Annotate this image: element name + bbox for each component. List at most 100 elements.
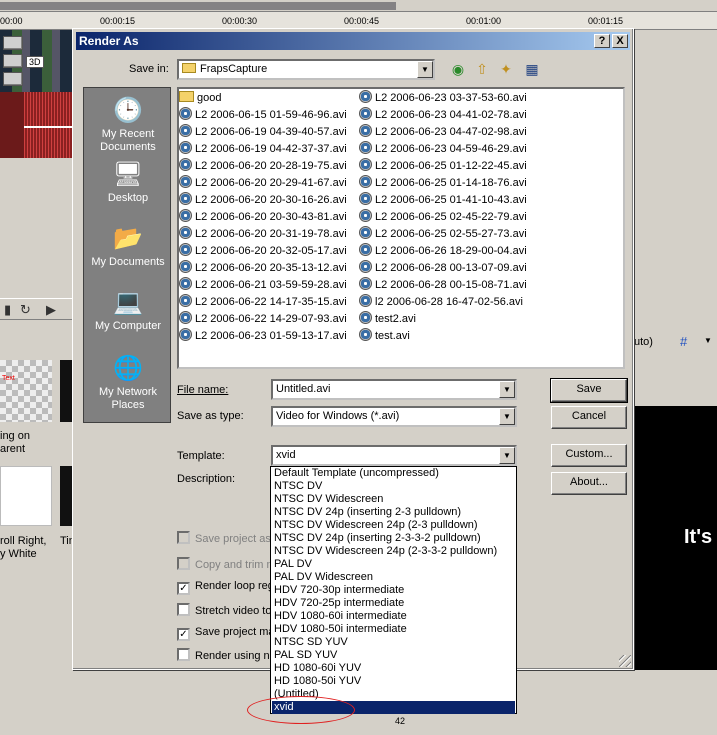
template-options-list[interactable]: Default Template (uncompressed) NTSC DV NT… <box>270 466 517 714</box>
template-option[interactable]: HD 1080-50i YUV <box>272 675 515 688</box>
file-item[interactable]: L2 2006-06-25 01-41-10-43.avi <box>359 192 527 208</box>
save-button[interactable]: Save <box>550 378 628 403</box>
place-my-computer[interactable]: 💻 My Computer <box>84 288 172 333</box>
file-item[interactable]: L2 2006-06-28 00-15-08-71.avi <box>359 277 527 293</box>
crop-icon[interactable] <box>3 54 23 68</box>
chevron-down-icon[interactable]: ▼ <box>499 447 515 464</box>
move-icon[interactable] <box>3 72 23 86</box>
file-item[interactable]: test.avi <box>359 328 410 344</box>
place-recent-documents[interactable]: 🕒 My Recent Documents <box>84 96 172 154</box>
back-icon[interactable]: ◉ <box>447 59 469 79</box>
grid-icon[interactable]: # <box>680 334 687 349</box>
template-dropdown[interactable]: xvid ▼ <box>271 445 517 466</box>
checkbox-box[interactable] <box>177 531 190 544</box>
help-button[interactable]: ? <box>594 34 610 48</box>
file-item[interactable]: L2 2006-06-20 20-30-43-81.avi <box>179 209 347 225</box>
checkmark-icon[interactable]: ✓ <box>177 628 190 641</box>
template-option[interactable]: NTSC DV <box>272 480 515 493</box>
file-item[interactable]: l2 2006-06-28 16-47-02-56.avi <box>359 294 523 310</box>
template-option[interactable]: HDV 1080-50i intermediate <box>272 623 515 636</box>
checkbox-box[interactable] <box>177 648 190 661</box>
video-track[interactable]: 3D <box>0 30 78 92</box>
template-option[interactable]: PAL SD YUV <box>272 649 515 662</box>
save-project-checkbox[interactable]: Save project as <box>177 531 271 545</box>
folder-item[interactable]: good <box>179 90 221 106</box>
file-name-input[interactable]: Untitled.avi ▼ <box>271 379 517 400</box>
file-item[interactable]: L2 2006-06-25 02-55-27-73.avi <box>359 226 527 242</box>
file-item[interactable]: L2 2006-06-25 01-12-22-45.avi <box>359 158 527 174</box>
render-using-checkbox[interactable]: Render using ne <box>177 648 276 662</box>
template-option[interactable]: HDV 720-25p intermediate <box>272 597 515 610</box>
scrollbar-thumb[interactable] <box>0 2 396 10</box>
file-item[interactable]: test2.avi <box>359 311 416 327</box>
dialog-titlebar[interactable]: Render As ? X <box>76 32 630 50</box>
chevron-down-icon[interactable]: ▼ <box>499 381 515 398</box>
chevron-down-icon[interactable]: ▼ <box>499 408 515 425</box>
custom-button[interactable]: Custom... <box>551 444 627 467</box>
file-item[interactable]: L2 2006-06-23 01-59-13-17.avi <box>179 328 347 344</box>
checkbox-box[interactable] <box>177 603 190 616</box>
resize-grip-icon[interactable] <box>619 655 631 667</box>
up-folder-icon[interactable]: ⇧ <box>471 59 493 79</box>
template-option[interactable]: Default Template (uncompressed) <box>272 467 515 480</box>
play-icon[interactable]: ▶ <box>46 302 56 318</box>
template-option[interactable]: NTSC DV Widescreen 24p (2-3 pulldown) <box>272 519 515 532</box>
chevron-down-icon[interactable]: ▼ <box>417 61 433 78</box>
template-option[interactable]: NTSC DV 24p (inserting 2-3-3-2 pulldown) <box>272 532 515 545</box>
audio-track[interactable] <box>0 92 78 158</box>
chevron-down-icon[interactable]: ▼ <box>704 336 712 345</box>
file-list[interactable]: good L2 2006-06-15 01-59-46-96.avi L2 2006… <box>177 87 625 369</box>
file-item[interactable]: L2 2006-06-19 04-42-37-37.avi <box>179 141 347 157</box>
checkmark-icon[interactable]: ✓ <box>177 582 190 595</box>
stop-icon[interactable]: ▮ <box>4 302 11 318</box>
copy-trim-checkbox[interactable]: Copy and trim m <box>177 557 276 571</box>
file-item[interactable]: L2 2006-06-19 04-39-40-57.avi <box>179 124 347 140</box>
file-item[interactable]: L2 2006-06-28 00-13-07-09.avi <box>359 260 527 276</box>
template-option[interactable]: NTSC DV Widescreen 24p (2-3-3-2 pulldown… <box>272 545 515 558</box>
track-fx-icon[interactable] <box>3 36 23 50</box>
close-button[interactable]: X <box>612 34 628 48</box>
media-thumbnail-white[interactable] <box>0 466 52 526</box>
file-item[interactable]: L2 2006-06-23 04-41-02-78.avi <box>359 107 527 123</box>
file-item[interactable]: L2 2006-06-20 20-35-13-12.avi <box>179 260 347 276</box>
template-option[interactable]: NTSC DV 24p (inserting 2-3 pulldown) <box>272 506 515 519</box>
save-markers-checkbox[interactable]: ✓ Save project ma <box>177 626 274 641</box>
place-my-documents[interactable]: 📂 My Documents <box>84 224 172 269</box>
file-item[interactable]: L2 2006-06-23 03-37-53-60.avi <box>359 90 527 106</box>
preview-zoom[interactable]: uto) <box>634 336 653 348</box>
file-item[interactable]: L2 2006-06-21 03-59-59-28.avi <box>179 277 347 293</box>
file-item[interactable]: L2 2006-06-22 14-29-07-93.avi <box>179 311 347 327</box>
file-item[interactable]: L2 2006-06-20 20-32-05-17.avi <box>179 243 347 259</box>
view-menu-icon[interactable]: ▦ <box>521 59 543 79</box>
file-item[interactable]: L2 2006-06-25 02-45-22-79.avi <box>359 209 527 225</box>
stretch-video-checkbox[interactable]: Stretch video to <box>177 603 271 617</box>
save-in-dropdown[interactable]: FrapsCapture ▼ <box>177 59 435 80</box>
cancel-button[interactable]: Cancel <box>551 406 627 429</box>
template-option[interactable]: HD 1080-60i YUV <box>272 662 515 675</box>
about-button[interactable]: About... <box>551 472 627 495</box>
template-option[interactable]: PAL DV <box>272 558 515 571</box>
file-item[interactable]: L2 2006-06-20 20-28-19-75.avi <box>179 158 347 174</box>
file-item[interactable]: L2 2006-06-20 20-29-41-67.avi <box>179 175 347 191</box>
template-option[interactable]: NTSC SD YUV <box>272 636 515 649</box>
render-loop-checkbox[interactable]: ✓ Render loop regi <box>177 580 276 595</box>
save-as-type-dropdown[interactable]: Video for Windows (*.avi) ▼ <box>271 406 517 427</box>
template-option[interactable]: PAL DV Widescreen <box>272 571 515 584</box>
place-my-network[interactable]: 🌐 My Network Places <box>84 354 172 412</box>
file-item[interactable]: L2 2006-06-20 20-30-16-26.avi <box>179 192 347 208</box>
media-thumbnail-text[interactable]: Text <box>0 360 52 422</box>
template-option[interactable]: HDV 720-30p intermediate <box>272 584 515 597</box>
file-item[interactable]: L2 2006-06-15 01-59-46-96.avi <box>179 107 347 123</box>
file-item[interactable]: L2 2006-06-26 18-29-00-04.avi <box>359 243 527 259</box>
loop-icon[interactable]: ↻ <box>20 302 31 318</box>
file-item[interactable]: L2 2006-06-23 04-47-02-98.avi <box>359 124 527 140</box>
file-item[interactable]: L2 2006-06-25 01-14-18-76.avi <box>359 175 527 191</box>
file-item[interactable]: L2 2006-06-22 14-17-35-15.avi <box>179 294 347 310</box>
template-option[interactable]: NTSC DV Widescreen <box>272 493 515 506</box>
place-desktop[interactable]: 🖥 Desktop <box>84 160 172 205</box>
file-item[interactable]: L2 2006-06-23 04-59-46-29.avi <box>359 141 527 157</box>
file-item[interactable]: L2 2006-06-20 20-31-19-78.avi <box>179 226 347 242</box>
timeline-scrollbar[interactable] <box>0 0 717 12</box>
new-folder-icon[interactable]: ✦ <box>495 59 517 79</box>
checkbox-box[interactable] <box>177 557 190 570</box>
